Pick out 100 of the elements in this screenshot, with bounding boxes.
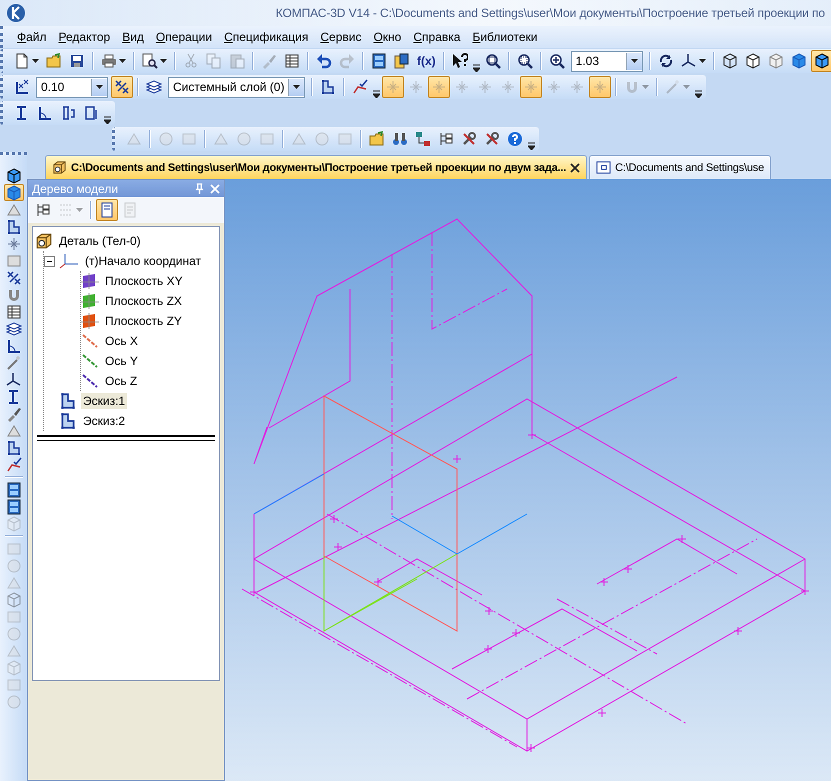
dropdown-field[interactable]: 1.03 (570, 50, 643, 72)
toolbar-options-icon[interactable] (104, 116, 111, 124)
square-icon (6, 252, 22, 268)
cube-shaded-icon (790, 53, 807, 69)
square-icon (6, 608, 22, 624)
menu-item[interactable]: Операции (150, 28, 218, 46)
scissors-icon (183, 53, 199, 69)
cube-shaded-button[interactable] (4, 184, 24, 201)
doc-icon (122, 202, 138, 218)
tree-item[interactable]: Плоскость ZX (103, 293, 184, 309)
caret-icon (160, 59, 167, 63)
sketch-icon (59, 412, 77, 430)
panel-button[interactable] (96, 199, 118, 221)
menu-item[interactable]: Окно (367, 28, 408, 46)
snap-toggle-icon (6, 270, 22, 286)
table-icon (284, 53, 300, 69)
tree-item[interactable]: Ось Y (103, 353, 140, 369)
caret-icon (630, 59, 638, 63)
dim-angle-icon (6, 338, 22, 354)
toolbar-options-icon[interactable] (528, 142, 535, 150)
dropdown-field[interactable]: Системный слой (0) (168, 76, 306, 98)
shape-icon (126, 131, 142, 147)
cube-wire-icon (6, 592, 22, 608)
function-button[interactable]: f(x) (414, 50, 439, 72)
cube-edges-button[interactable] (810, 50, 831, 72)
snap-step-icon (14, 79, 30, 95)
cube-edges-icon (814, 53, 830, 69)
disc-icon (6, 694, 22, 710)
part-icon (35, 232, 53, 250)
tree-item[interactable]: Эскиз:2 (81, 413, 128, 429)
toolbar-options-icon[interactable] (695, 90, 702, 98)
document-tab[interactable]: C:\Documents and Settings\user\Мои документы\Построение третьей проекции по двум зада... (45, 155, 588, 179)
caret-icon (683, 85, 690, 89)
redo-icon (339, 53, 355, 69)
preview-icon (142, 53, 158, 69)
menu-item[interactable]: Библиотеки (466, 28, 544, 46)
dropdown-field[interactable]: 0.10 (36, 76, 108, 98)
tree-item[interactable]: Плоскость XY (103, 273, 185, 289)
network-icon (415, 131, 431, 147)
layers-button[interactable] (4, 320, 24, 337)
document-tab[interactable]: C:\Documents and Settings\use (589, 155, 771, 179)
menu-item[interactable]: Спецификация (218, 28, 314, 46)
caret-icon (698, 59, 706, 63)
snap-icon (454, 79, 470, 95)
caret-icon (76, 208, 83, 212)
menu-item[interactable]: Вид (116, 28, 150, 46)
disc-icon (158, 131, 174, 147)
printer-icon (101, 53, 117, 69)
disc-icon (314, 131, 330, 147)
wand-icon (665, 79, 682, 95)
menu-item[interactable]: Сервис (314, 28, 368, 46)
caret-icon (293, 85, 300, 89)
caret-icon (119, 59, 126, 63)
close-icon[interactable] (570, 162, 580, 172)
tree-item[interactable]: Ось Z (103, 373, 140, 389)
brush-icon (261, 53, 277, 69)
tree-item[interactable]: Плоскость ZY (103, 313, 184, 329)
sketch-icon (59, 392, 77, 410)
expand-toggle-icon[interactable] (44, 256, 55, 266)
undo-icon (316, 53, 332, 69)
coordinate-axes-icon (59, 253, 79, 269)
tree-item[interactable]: Эскиз:1 (81, 393, 128, 409)
panel-title: Дерево модели (32, 182, 120, 196)
menu-item[interactable]: Редактор (52, 28, 116, 46)
cube-edges-icon (6, 168, 22, 184)
frame-icon (83, 105, 99, 121)
snap-toggle-icon (114, 79, 130, 95)
tree-icon (438, 131, 454, 147)
tree-item[interactable]: (т)Начало координат (83, 253, 204, 269)
pin-icon[interactable] (195, 183, 204, 194)
help-icon (507, 131, 523, 147)
sketch-icon (320, 79, 336, 95)
stack-icon (6, 498, 22, 514)
toolbar-options-icon[interactable] (472, 64, 480, 72)
shape-icon (6, 202, 22, 218)
cube-shaded-icon (6, 184, 22, 200)
snap-icon (385, 79, 402, 95)
menu-item[interactable]: Файл (11, 28, 53, 46)
snap-icon (408, 79, 424, 95)
panel-icon (99, 202, 115, 218)
folder-icon (369, 131, 385, 147)
sketch-icon (6, 218, 22, 234)
tree-item[interactable]: Ось X (103, 333, 140, 349)
shape-icon (213, 131, 229, 147)
disc-icon (6, 558, 22, 574)
clipboard-icon (229, 53, 245, 69)
copies-icon (206, 53, 222, 69)
folder-icon (46, 53, 62, 69)
caret-icon (642, 85, 650, 89)
window-title: КОМПАС-3D V14 - C:\Documents and Settings\user\Мои документы\Построение третьей проекции по (276, 6, 825, 20)
snap-toggle-button[interactable] (111, 76, 133, 98)
square-icon (337, 131, 353, 147)
snap-icon (523, 79, 540, 95)
rotate-icon (658, 53, 674, 69)
tree-item[interactable]: Деталь (Тел-0) (57, 233, 143, 249)
menu-item[interactable]: Справка (407, 28, 466, 46)
axes-icon (6, 372, 22, 388)
stack-icon (6, 482, 22, 498)
cube-hidden-icon (744, 53, 761, 69)
toolbar-options-icon[interactable] (373, 90, 380, 98)
